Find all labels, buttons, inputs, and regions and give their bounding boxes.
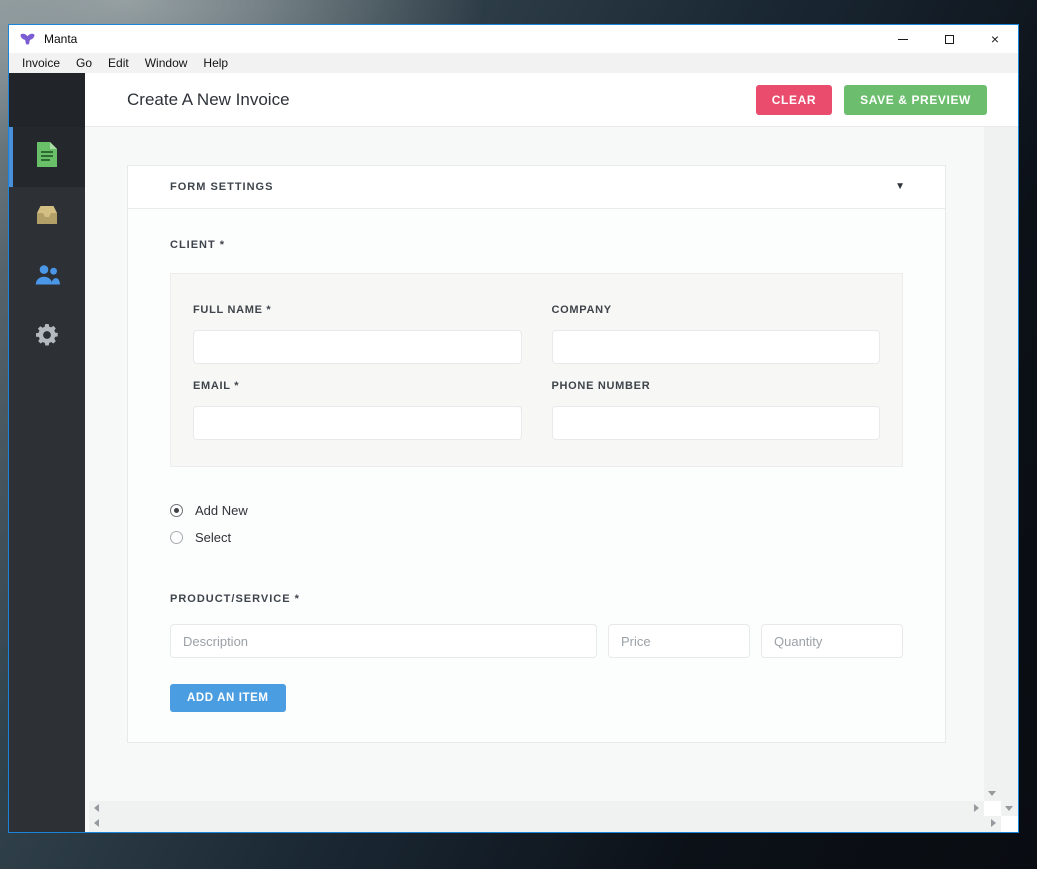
settings-gear-icon (35, 323, 59, 352)
price-input[interactable] (608, 624, 750, 658)
description-input[interactable] (170, 624, 597, 658)
scrollbar-corner (1001, 816, 1018, 832)
maximize-button[interactable] (926, 25, 972, 53)
content-area: FORM SETTINGS ▼ CLIENT * FULL NAME * COM… (85, 127, 1018, 832)
full-name-input[interactable] (193, 330, 522, 364)
company-label: COMPANY (551, 304, 612, 316)
scroll-down-icon[interactable] (1005, 806, 1013, 811)
active-item-indicator (9, 127, 13, 187)
window-controls: × (880, 25, 1018, 53)
company-input[interactable] (551, 330, 880, 364)
full-name-label: FULL NAME * (193, 304, 272, 316)
maximize-icon (944, 34, 954, 44)
main-area: Create A New Invoice CLEAR SAVE & PREVIE… (85, 73, 1018, 832)
sidebar-item-settings[interactable] (9, 307, 85, 367)
sidebar-item-invoices[interactable] (9, 187, 85, 247)
email-field-group: EMAIL * (193, 364, 522, 440)
menu-invoice[interactable]: Invoice (14, 56, 68, 70)
sidebar-top-spacer (9, 73, 85, 127)
client-section-label: CLIENT * (170, 239, 226, 251)
scroll-right-icon[interactable] (974, 804, 979, 812)
minimize-icon (898, 38, 908, 40)
close-icon: × (990, 31, 1000, 47)
page-header: Create A New Invoice CLEAR SAVE & PREVIE… (85, 73, 1018, 127)
menu-help[interactable]: Help (195, 56, 236, 70)
select-radio-label[interactable]: Select (195, 530, 231, 545)
add-new-radio-label[interactable]: Add New (195, 503, 248, 518)
clear-button[interactable]: CLEAR (755, 84, 833, 115)
form-body: CLIENT * FULL NAME * COMPANY EMAIL * PHO… (128, 239, 945, 742)
sidebar-item-contacts[interactable] (9, 247, 85, 307)
radio-option-select[interactable]: Select (170, 524, 903, 551)
radio-option-add-new[interactable]: Add New (170, 497, 903, 524)
manta-app-window: Manta × Invoice Go Edit Window Help Crea… (8, 24, 1019, 833)
client-fields-panel: FULL NAME * COMPANY EMAIL * PHONE NUMBER (170, 273, 903, 467)
inner-horizontal-scrollbar[interactable] (89, 801, 984, 816)
header-actions: CLEAR SAVE & PREVIEW (755, 84, 987, 115)
scroll-left-icon[interactable] (94, 819, 99, 827)
quantity-input[interactable] (761, 624, 903, 658)
app-body: Create A New Invoice CLEAR SAVE & PREVIE… (9, 73, 1018, 832)
add-an-item-button[interactable]: ADD AN ITEM (170, 684, 286, 712)
radio-unselected-icon[interactable] (170, 531, 183, 544)
invoice-document-icon (36, 141, 58, 173)
phone-number-input[interactable] (551, 406, 880, 440)
menu-go[interactable]: Go (68, 56, 100, 70)
chevron-down-icon[interactable]: ▼ (895, 182, 905, 192)
save-preview-button[interactable]: SAVE & PREVIEW (844, 84, 987, 115)
company-field-group: COMPANY (551, 288, 880, 364)
radio-selected-icon[interactable] (170, 504, 183, 517)
client-mode-radio-group: Add New Select (170, 497, 903, 551)
close-button[interactable]: × (972, 25, 1018, 53)
product-service-label: PRODUCT/SERVICE * (170, 593, 300, 605)
email-label: EMAIL * (193, 380, 240, 392)
title-bar: Manta × (9, 25, 1018, 53)
menu-edit[interactable]: Edit (100, 56, 137, 70)
scroll-down-icon[interactable] (988, 791, 996, 796)
contacts-people-icon (34, 264, 60, 290)
radio-dot (174, 508, 179, 513)
inbox-tray-icon (34, 205, 60, 230)
scroll-left-icon[interactable] (94, 804, 99, 812)
window-title: Manta (44, 32, 78, 46)
client-field-grid: FULL NAME * COMPANY EMAIL * PHONE NUMBER (193, 288, 880, 440)
menu-window[interactable]: Window (137, 56, 196, 70)
phone-field-group: PHONE NUMBER (551, 364, 880, 440)
product-item-row (170, 624, 903, 658)
scroll-right-icon[interactable] (991, 819, 996, 827)
inner-vertical-scrollbar[interactable] (984, 127, 1001, 801)
form-settings-header[interactable]: FORM SETTINGS ▼ (128, 166, 945, 209)
outer-vertical-scrollbar[interactable] (1001, 127, 1018, 816)
email-input[interactable] (193, 406, 522, 440)
sidebar (9, 73, 85, 832)
manta-logo-icon (20, 33, 35, 45)
sidebar-item-create-invoice[interactable] (9, 127, 85, 187)
scrollbar-corner (984, 801, 1001, 816)
outer-horizontal-scrollbar[interactable] (89, 816, 1001, 832)
page-title: Create A New Invoice (127, 89, 290, 109)
full-name-field-group: FULL NAME * (193, 288, 522, 364)
form-settings-label: FORM SETTINGS (170, 181, 274, 193)
phone-number-label: PHONE NUMBER (551, 380, 651, 392)
invoice-form-card: FORM SETTINGS ▼ CLIENT * FULL NAME * COM… (127, 165, 946, 743)
minimize-button[interactable] (880, 25, 926, 53)
menu-bar: Invoice Go Edit Window Help (9, 53, 1018, 73)
